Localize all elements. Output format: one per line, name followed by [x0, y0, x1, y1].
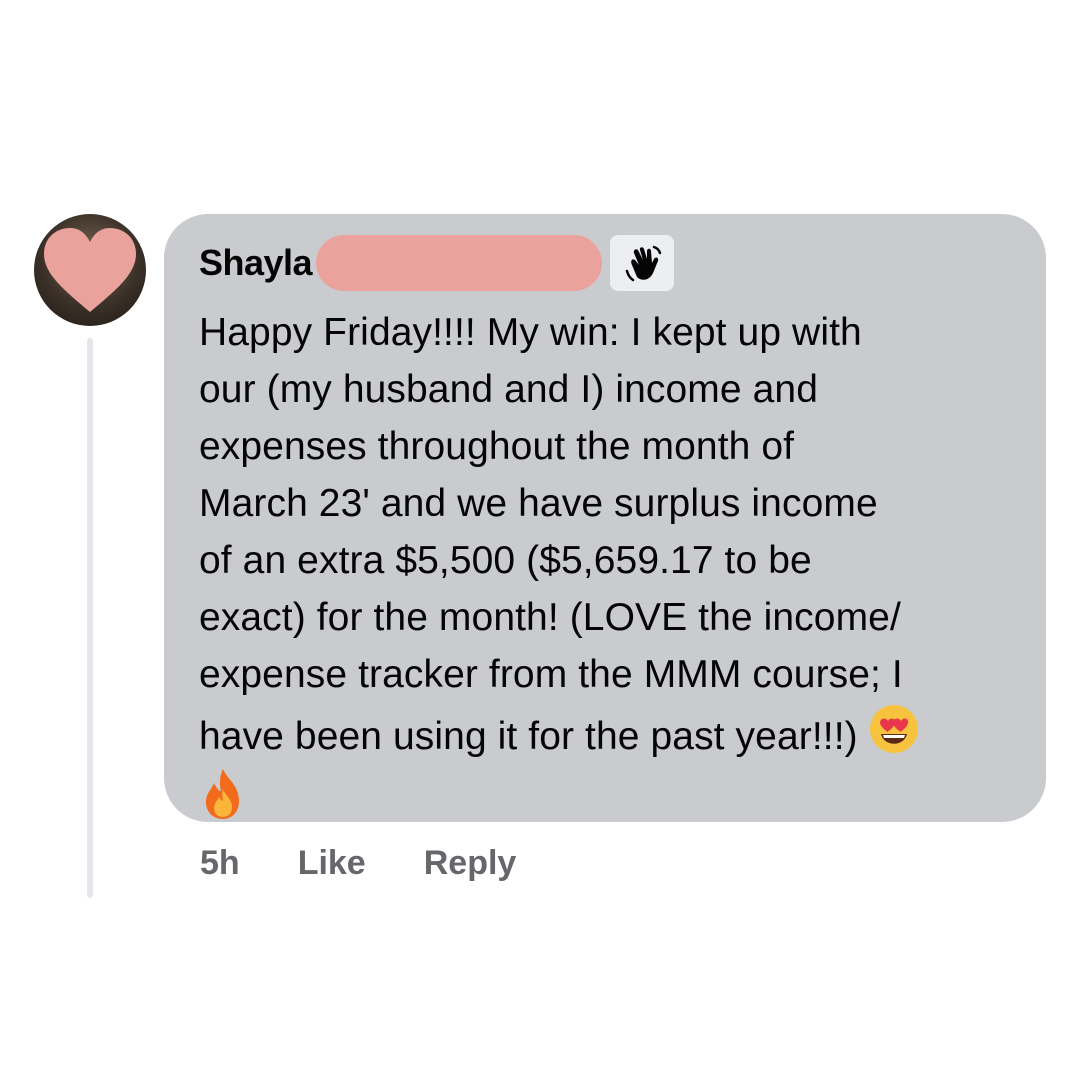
comment-line: expense tracker from the MMM course; I — [199, 653, 903, 696]
timestamp[interactable]: 5h — [200, 844, 240, 883]
comment-bubble: Shayla Happy Friday!!!! My win: I kept u… — [164, 214, 1046, 822]
author-row: Shayla — [199, 232, 1016, 294]
thread-line — [87, 338, 93, 898]
waving-hand-icon[interactable] — [610, 235, 675, 291]
fire-emoji — [206, 769, 239, 819]
avatar[interactable] — [34, 214, 146, 326]
comment-line: exact) for the month! (LOVE the income/ — [199, 596, 901, 639]
comment-line: have been using it for the past year!!!) — [199, 715, 858, 758]
comment-line: Happy Friday!!!! My win: I kept up with — [199, 311, 862, 354]
comment-line: March 23' and we have surplus income — [199, 482, 878, 525]
heart-icon — [44, 228, 136, 312]
comment-line: expenses throughout the month of — [199, 425, 795, 468]
like-button[interactable]: Like — [298, 844, 366, 883]
comment-line: our (my husband and I) income and — [199, 368, 818, 411]
reply-button[interactable]: Reply — [424, 844, 517, 883]
heart-eyes-emoji — [869, 705, 918, 753]
comment-actions: 5h Like Reply — [200, 838, 516, 888]
comment-text: Happy Friday!!!! My win: I kept up with … — [199, 304, 1016, 765]
author-name[interactable]: Shayla — [199, 232, 313, 294]
comment-line: of an extra $5,500 ($5,659.17 to be — [199, 539, 812, 582]
redacted-surname — [316, 235, 603, 291]
